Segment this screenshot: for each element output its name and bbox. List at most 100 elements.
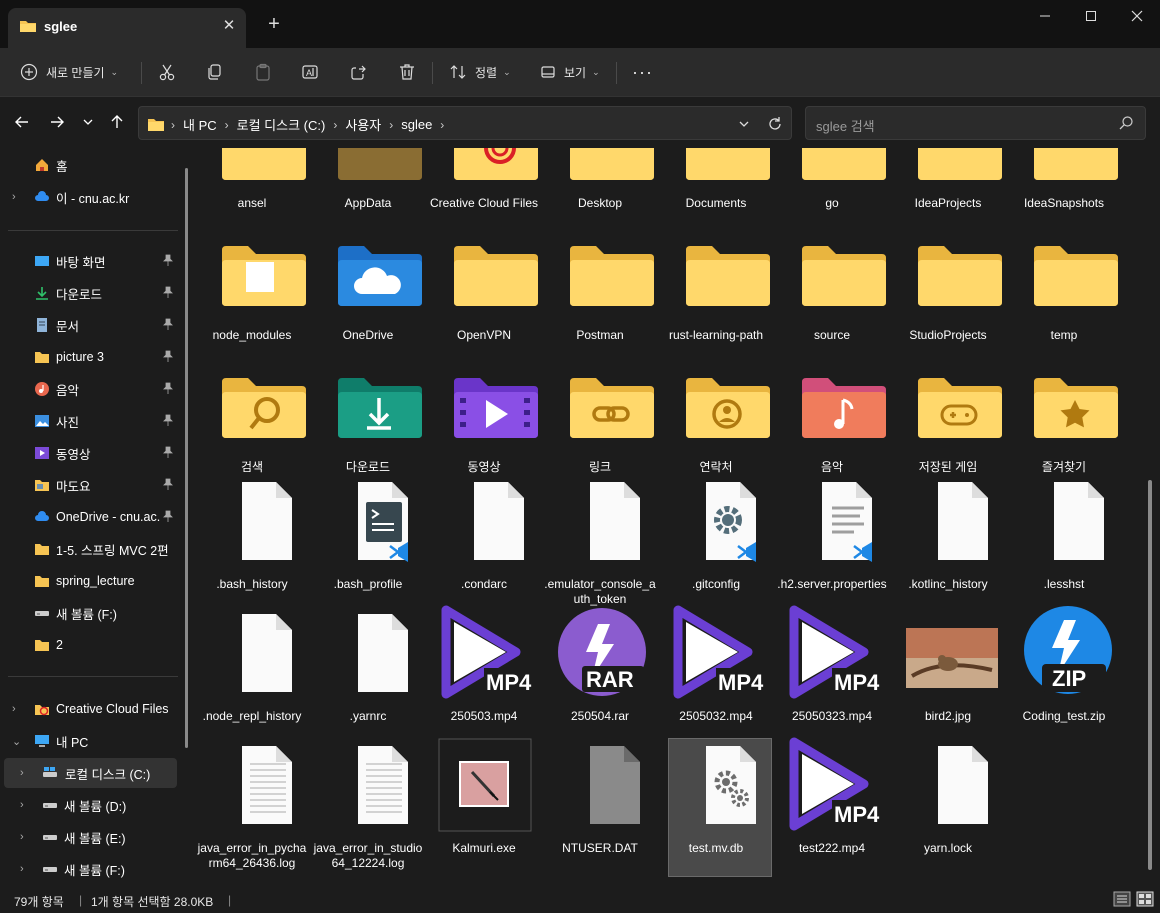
chevron-down-icon[interactable] (735, 115, 753, 133)
share-button[interactable] (350, 56, 368, 88)
sidebar-item-downloads[interactable]: 다운로드 (0, 278, 182, 308)
folder-item[interactable]: StudioProjects (892, 244, 1004, 394)
sidebar-item-volume-f[interactable]: 새 볼륨 (F:) (0, 598, 182, 628)
tab-sglee[interactable]: sglee ✕ (8, 8, 246, 48)
chevron-right-icon[interactable]: › (20, 863, 32, 875)
music-folder-icon (802, 378, 886, 438)
chevron-right-icon[interactable]: › (20, 799, 32, 811)
file-item[interactable]: .bash_history (196, 480, 308, 630)
file-name: 즐겨찾기 (1041, 460, 1087, 474)
large-icons-view-icon[interactable] (1136, 891, 1154, 907)
file-item[interactable]: NTUSER.DAT (544, 744, 656, 885)
chevron-right-icon[interactable]: › (12, 703, 24, 715)
sort-icon (450, 65, 466, 79)
forward-button[interactable] (44, 109, 70, 135)
folder-item[interactable]: node_modules (196, 244, 308, 394)
pin-icon[interactable] (163, 286, 173, 301)
sidebar-item-2[interactable]: 2 (0, 630, 182, 660)
file-item[interactable]: .kotlinc_history (892, 480, 1004, 630)
breadcrumb-item[interactable]: sglee (401, 117, 432, 132)
cut-button[interactable] (158, 56, 176, 88)
file-item[interactable]: ZIP Coding_test.zip (1008, 606, 1120, 762)
file-item[interactable]: bird2.jpg (892, 612, 1004, 762)
delete-button[interactable] (398, 56, 416, 88)
sidebar-item-drive-f[interactable]: › 새 볼륨 (F:) (0, 854, 182, 884)
close-window-button[interactable] (1114, 0, 1160, 32)
pin-icon[interactable] (163, 318, 173, 333)
folder-item[interactable]: source (776, 244, 888, 394)
file-item[interactable]: test.mv.db (660, 738, 772, 885)
new-tab-button[interactable]: + (263, 13, 285, 35)
more-options-icon[interactable]: ··· (632, 56, 653, 88)
sidebar-item-desktop[interactable]: 바탕 화면 (0, 246, 182, 276)
maximize-button[interactable] (1068, 0, 1114, 32)
pin-icon[interactable] (163, 254, 173, 269)
sidebar-item-label: 다운로드 (56, 287, 103, 302)
close-tab-icon[interactable]: ✕ (220, 17, 238, 35)
pin-icon[interactable] (163, 446, 173, 461)
sidebar-item-spring-mvc[interactable]: 1-5. 스프링 MVC 2편 (0, 534, 182, 564)
breadcrumb-item[interactable]: 내 PC (183, 115, 217, 134)
breadcrumb-item[interactable]: 사용자 (345, 115, 381, 134)
address-bar[interactable]: › 내 PC › 로컬 디스크 (C:) › 사용자 › sglee › (138, 106, 792, 140)
scrollbar-thumb[interactable] (1148, 480, 1152, 870)
file-item[interactable]: Kalmuri.exe (428, 738, 540, 885)
sidebar-item-drive-c[interactable]: › 로컬 디스크 (C:) (4, 758, 177, 788)
cloud-icon (35, 511, 49, 521)
minimize-button[interactable] (1022, 0, 1068, 32)
sidebar-item-music[interactable]: 음악 (0, 374, 182, 404)
rename-button[interactable]: A (301, 56, 319, 88)
sidebar-item-creative-cloud[interactable]: › Creative Cloud Files (0, 694, 182, 724)
sidebar-item-onedrive[interactable]: OneDrive - cnu.ac.kr (0, 502, 182, 532)
copy-button[interactable] (205, 56, 223, 88)
file-item[interactable]: .yarnrc (312, 612, 424, 762)
chevron-right-icon[interactable]: › (20, 831, 32, 843)
sidebar-item-this-pc[interactable]: ⌄ 내 PC (0, 726, 182, 756)
sidebar-scrollbar[interactable] (185, 168, 188, 748)
file-item[interactable]: java_error_in_pycharm64_26436.log (196, 744, 308, 885)
file-name: 링크 (588, 460, 612, 474)
sidebar-item-pictures[interactable]: 사진 (0, 406, 182, 436)
folder-item[interactable]: OneDrive (312, 244, 424, 394)
sidebar-item-drive-e[interactable]: › 새 볼륨 (E:) (0, 822, 182, 852)
file-item[interactable]: RAR 250504.rar (544, 608, 656, 762)
back-button[interactable] (9, 109, 35, 135)
status-divider: | (79, 893, 83, 907)
sidebar-item-videos[interactable]: 동영상 (0, 438, 182, 468)
breadcrumb-item[interactable]: 로컬 디스크 (C:) (237, 115, 326, 134)
view-button[interactable]: 보기 ⌄ (540, 56, 600, 88)
refresh-icon[interactable] (765, 114, 785, 134)
folder-item[interactable]: temp (1008, 244, 1120, 394)
pin-icon[interactable] (163, 510, 173, 525)
pin-icon[interactable] (163, 478, 173, 493)
file-item[interactable]: .node_repl_history (196, 612, 308, 762)
sidebar-item-documents[interactable]: 문서 (0, 310, 182, 340)
recent-locations-button[interactable] (75, 109, 101, 135)
sidebar-item-spring-lecture[interactable]: spring_lecture (0, 566, 182, 596)
file-item[interactable]: .bash_profile (312, 480, 424, 630)
chevron-right-icon[interactable]: › (12, 191, 24, 203)
file-item[interactable]: yarn.lock (892, 744, 1004, 885)
chevron-right-icon[interactable]: › (20, 767, 32, 779)
sidebar-item-drive-d[interactable]: › 새 볼륨 (D:) (0, 790, 182, 820)
pin-icon[interactable] (163, 350, 173, 365)
search-box[interactable]: sglee 검색 (805, 106, 1146, 140)
file-item[interactable]: MP4 test222.mp4 (776, 737, 888, 885)
sidebar-item-picture-3[interactable]: picture 3 (0, 342, 182, 372)
folder-item[interactable]: rust-learning-path (660, 244, 772, 394)
pin-icon[interactable] (163, 414, 173, 429)
sidebar-item-home[interactable]: 홈 (0, 150, 182, 180)
file-item[interactable]: java_error_in_studio64_12224.log (312, 744, 424, 885)
new-button[interactable]: 새로 만들기 ⌄ (20, 56, 118, 88)
chevron-down-icon[interactable]: ⌄ (12, 735, 24, 748)
sidebar-item-madoyo[interactable]: 마도요 (0, 470, 182, 500)
folder-item[interactable]: Postman (544, 244, 656, 394)
pin-icon[interactable] (163, 382, 173, 397)
folder-item[interactable]: OpenVPN (428, 244, 540, 394)
sort-button[interactable]: 정렬 ⌄ (449, 56, 511, 88)
sidebar-item-cloud[interactable]: › 이 - cnu.ac.kr (0, 182, 182, 212)
content-scrollbar[interactable] (1148, 150, 1152, 885)
paste-button[interactable] (254, 56, 272, 88)
details-view-icon[interactable] (1113, 891, 1131, 907)
up-button[interactable] (104, 109, 130, 135)
